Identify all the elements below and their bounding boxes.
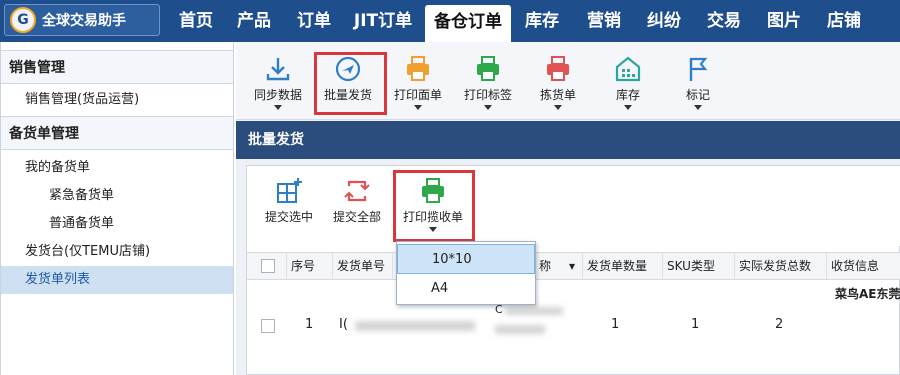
chevron-down-icon[interactable]: [694, 105, 702, 110]
column-header[interactable]: 发货单数量: [583, 253, 663, 279]
submit-all-button[interactable]: 提交全部: [325, 172, 389, 236]
chevron-down-icon[interactable]: [414, 105, 422, 110]
download-icon: [266, 58, 290, 81]
logo-icon: G: [10, 7, 36, 33]
sidebar-item-shipping-desk[interactable]: 发货台(仅TEMU店铺): [1, 238, 233, 266]
print-waybill-label: 打印面单: [393, 88, 442, 102]
select-all-checkbox[interactable]: [261, 259, 275, 273]
row-count: 1: [611, 317, 620, 332]
flag-icon: [689, 57, 708, 81]
pick-list-button[interactable]: 拣货单: [526, 50, 590, 114]
tab-products[interactable]: 产品: [228, 0, 280, 42]
print-label-button[interactable]: 打印标签: [456, 50, 520, 114]
chevron-down-icon[interactable]: [554, 105, 562, 110]
tab-marketing[interactable]: 营销: [578, 0, 630, 42]
sidebar-section-stock[interactable]: 备货单管理: [1, 116, 233, 150]
warehouse-icon: [615, 56, 641, 82]
refresh-icon: [344, 180, 370, 202]
print-label-label: 打印标签: [463, 88, 512, 102]
app-logo[interactable]: G 全球交易助手: [4, 4, 160, 36]
column-header[interactable]: 序号: [287, 253, 333, 279]
table-row[interactable]: 1 I( C 1 1 2 菜鸟AE东莞: [247, 281, 900, 375]
highlight-box: [314, 52, 387, 115]
sync-data-label: 同步数据: [253, 88, 302, 102]
column-header[interactable]: 实际发货总数: [735, 253, 827, 279]
chevron-down-icon[interactable]: [274, 105, 282, 110]
print-waybill-button[interactable]: 打印面单: [386, 50, 450, 114]
chevron-down-icon[interactable]: [624, 105, 632, 110]
mark-button[interactable]: 标记: [666, 50, 730, 114]
section-title: 批量发货: [236, 121, 900, 159]
sidebar-item-my-stock-orders[interactable]: 我的备货单: [1, 154, 233, 182]
printer-icon: [477, 56, 499, 81]
highlight-box: [393, 170, 475, 242]
sub-toolbar: 提交选中 提交全部 打印揽收单: [247, 166, 900, 246]
row-total: 2: [775, 317, 784, 332]
paper-size-dropdown: 10*10 A4: [396, 241, 536, 305]
tab-shops[interactable]: 店铺: [818, 0, 870, 42]
column-header[interactable]: SKU类型: [663, 253, 735, 279]
column-header[interactable]: 发货单号: [333, 253, 393, 279]
tab-home[interactable]: 首页: [170, 0, 222, 42]
tab-jit-orders[interactable]: JIT订单: [344, 0, 422, 42]
add-grid-icon: [277, 178, 302, 203]
tab-transactions[interactable]: 交易: [698, 0, 750, 42]
main-panel: 同步数据 批量发货 打印面单 打印标签 拣货单 库存 标记 批量发货 提交选中 …: [236, 42, 900, 375]
redacted-text: [355, 321, 475, 331]
inventory-button[interactable]: 库存: [596, 50, 660, 114]
batch-ship-panel: 提交选中 提交全部 打印揽收单 序号 发货单号 称 ▾ 发货单数量 SKU类型 …: [246, 165, 900, 375]
row-index: 1: [305, 317, 314, 332]
app-title: 全球交易助手: [42, 13, 126, 29]
tab-stock-orders[interactable]: 备仓订单: [425, 5, 511, 42]
redacted-text: [505, 307, 563, 315]
sidebar: 销售管理 销售管理(货品运营) 备货单管理 我的备货单 紧急备货单 普通备货单 …: [0, 42, 234, 375]
tab-inventory[interactable]: 库存: [516, 0, 568, 42]
submit-selected-button[interactable]: 提交选中: [257, 172, 321, 236]
row-checkbox[interactable]: [261, 319, 275, 333]
sidebar-section-sales[interactable]: 销售管理: [1, 50, 233, 84]
column-header[interactable]: 收货信息: [827, 253, 900, 279]
table-header: 序号 发货单号 称 ▾ 发货单数量 SKU类型 实际发货总数 收货信息: [247, 252, 900, 280]
sync-data-button[interactable]: 同步数据: [246, 50, 310, 114]
tab-orders[interactable]: 订单: [288, 0, 340, 42]
tab-disputes[interactable]: 纠纷: [638, 0, 690, 42]
redacted-text: [495, 325, 545, 334]
top-nav-bar: G 全球交易助手 首页 产品 订单 JIT订单 备仓订单 库存 营销 纠纷 交易…: [0, 0, 900, 42]
chevron-down-icon[interactable]: [484, 105, 492, 110]
filter-dropdown-icon[interactable]: ▾: [565, 253, 583, 279]
paper-size-option-a4[interactable]: A4: [397, 274, 535, 304]
mark-label: 标记: [685, 88, 710, 102]
paper-size-option-10x10[interactable]: 10*10: [397, 244, 535, 274]
inventory-label: 库存: [615, 88, 640, 102]
sidebar-item-urgent-stock[interactable]: 紧急备货单: [1, 182, 233, 210]
row-order-no: I(: [339, 317, 348, 332]
sidebar-item-shipment-list[interactable]: 发货单列表: [1, 266, 233, 294]
row-sku-type: 1: [691, 317, 700, 332]
tab-images[interactable]: 图片: [758, 0, 810, 42]
header-checkbox-cell: [247, 253, 287, 279]
printer-icon: [547, 56, 569, 81]
pick-list-label: 拣货单: [539, 88, 576, 102]
row-receiver: 菜鸟AE东莞: [835, 287, 900, 301]
main-toolbar: 同步数据 批量发货 打印面单 打印标签 拣货单 库存 标记: [236, 42, 900, 120]
printer-icon: [407, 56, 429, 81]
sidebar-item-normal-stock[interactable]: 普通备货单: [1, 210, 233, 238]
submit-selected-label: 提交选中: [264, 210, 313, 224]
sidebar-item-sales-ops[interactable]: 销售管理(货品运营): [1, 86, 233, 114]
submit-all-label: 提交全部: [332, 210, 381, 224]
